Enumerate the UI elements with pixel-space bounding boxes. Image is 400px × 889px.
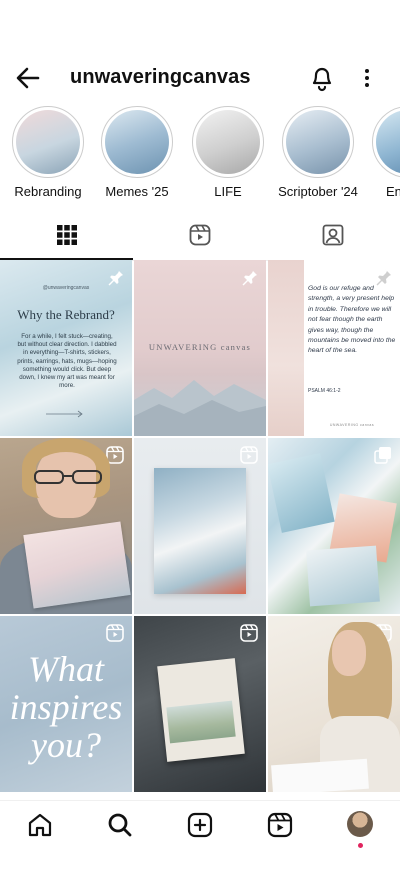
- highlight-label: En: [386, 184, 400, 199]
- highlight-cover: [105, 110, 169, 174]
- reels-nav-icon[interactable]: [266, 811, 294, 839]
- profile-username: unwaveringcanvas: [70, 66, 251, 88]
- post-why-rebrand[interactable]: @unwaveringcanvas Why the Rebrand? For a…: [0, 260, 132, 436]
- carousel-icon: [374, 447, 391, 464]
- post-reel-watercolor-card[interactable]: [134, 438, 266, 614]
- pin-icon: [108, 269, 123, 286]
- mountains-illustration: [134, 380, 266, 436]
- tab-tagged[interactable]: [266, 212, 399, 258]
- reels-icon: [240, 624, 258, 642]
- held-card: [23, 521, 131, 609]
- highlight-cover: [196, 110, 260, 174]
- post-reel-artist-card[interactable]: [0, 438, 132, 614]
- notification-dot: [358, 843, 363, 848]
- highlight-cover: [16, 110, 80, 174]
- watercolor-card: [154, 468, 246, 594]
- back-arrow-icon[interactable]: [14, 64, 42, 92]
- profile-tabs: [0, 212, 400, 261]
- tagged-icon: [322, 224, 344, 246]
- create-post-icon[interactable]: [186, 811, 214, 839]
- highlight-label: Scriptober '24: [278, 184, 358, 199]
- post-reel-cards-stack[interactable]: [134, 616, 266, 792]
- arrow-icon: [46, 410, 83, 418]
- highlight-label: LIFE: [214, 184, 242, 199]
- tab-reels[interactable]: [133, 212, 266, 258]
- profile-header: unwaveringcanvas: [0, 52, 400, 104]
- post-overlay-text: What inspires you?: [9, 649, 123, 765]
- pin-icon: [242, 269, 257, 286]
- highlight-cover: [286, 110, 350, 174]
- paper-sheet: [271, 758, 369, 792]
- highlight-label: Memes '25: [105, 184, 169, 199]
- post-handle: @unwaveringcanvas: [42, 285, 90, 291]
- reels-icon: [189, 224, 211, 246]
- avatar: [347, 811, 373, 837]
- post-carousel-paintings[interactable]: [268, 438, 400, 614]
- reels-icon: [106, 624, 124, 642]
- highlight-scriptober[interactable]: Scriptober '24: [278, 106, 358, 199]
- highlight-memes[interactable]: Memes '25: [97, 106, 177, 199]
- highlight-en[interactable]: En: [368, 106, 400, 199]
- post-verse: God is our refuge and strength, a very p…: [308, 285, 396, 355]
- post-unwavering-logo[interactable]: UNWAVERING canvas: [134, 260, 266, 436]
- search-icon[interactable]: [106, 811, 134, 839]
- post-psalm-verse[interactable]: God is our refuge and strength, a very p…: [268, 260, 400, 436]
- grid-icon: [57, 225, 77, 245]
- card-landscape: [166, 700, 236, 744]
- post-reel-what-inspires[interactable]: What inspires you?: [0, 616, 132, 792]
- home-icon[interactable]: [26, 811, 54, 839]
- more-options-icon[interactable]: [357, 64, 377, 92]
- post-body: For a while, I felt stuck—creating, but …: [17, 333, 117, 390]
- highlight-rebranding[interactable]: Rebranding: [8, 106, 88, 199]
- post-brand: UNWAVERING canvas: [329, 423, 375, 427]
- post-verse-ref: PSALM 46:1-2: [308, 388, 341, 394]
- tab-grid[interactable]: [0, 212, 133, 260]
- glasses-icon: [34, 470, 102, 484]
- post-bg-wash: [268, 260, 304, 436]
- highlight-life[interactable]: LIFE: [188, 106, 268, 199]
- bottom-navigation: [0, 800, 400, 849]
- post-logo-text: UNWAVERING canvas: [148, 342, 252, 352]
- post-reel-painting-artist[interactable]: [268, 616, 400, 792]
- painting-card: [306, 545, 380, 607]
- artist-face: [332, 630, 366, 676]
- painting-card: [268, 453, 335, 533]
- highlight-label: Rebranding: [14, 184, 82, 199]
- post-title: Why the Rebrand?: [17, 307, 115, 322]
- notification-bell-icon[interactable]: [308, 63, 336, 93]
- profile-avatar-button[interactable]: [347, 811, 375, 848]
- highlight-cover: [376, 110, 400, 174]
- story-highlights: Rebranding Memes '25 LIFE Scriptober '24…: [0, 106, 400, 206]
- reels-icon: [240, 446, 258, 464]
- post-grid: @unwaveringcanvas Why the Rebrand? For a…: [0, 260, 400, 805]
